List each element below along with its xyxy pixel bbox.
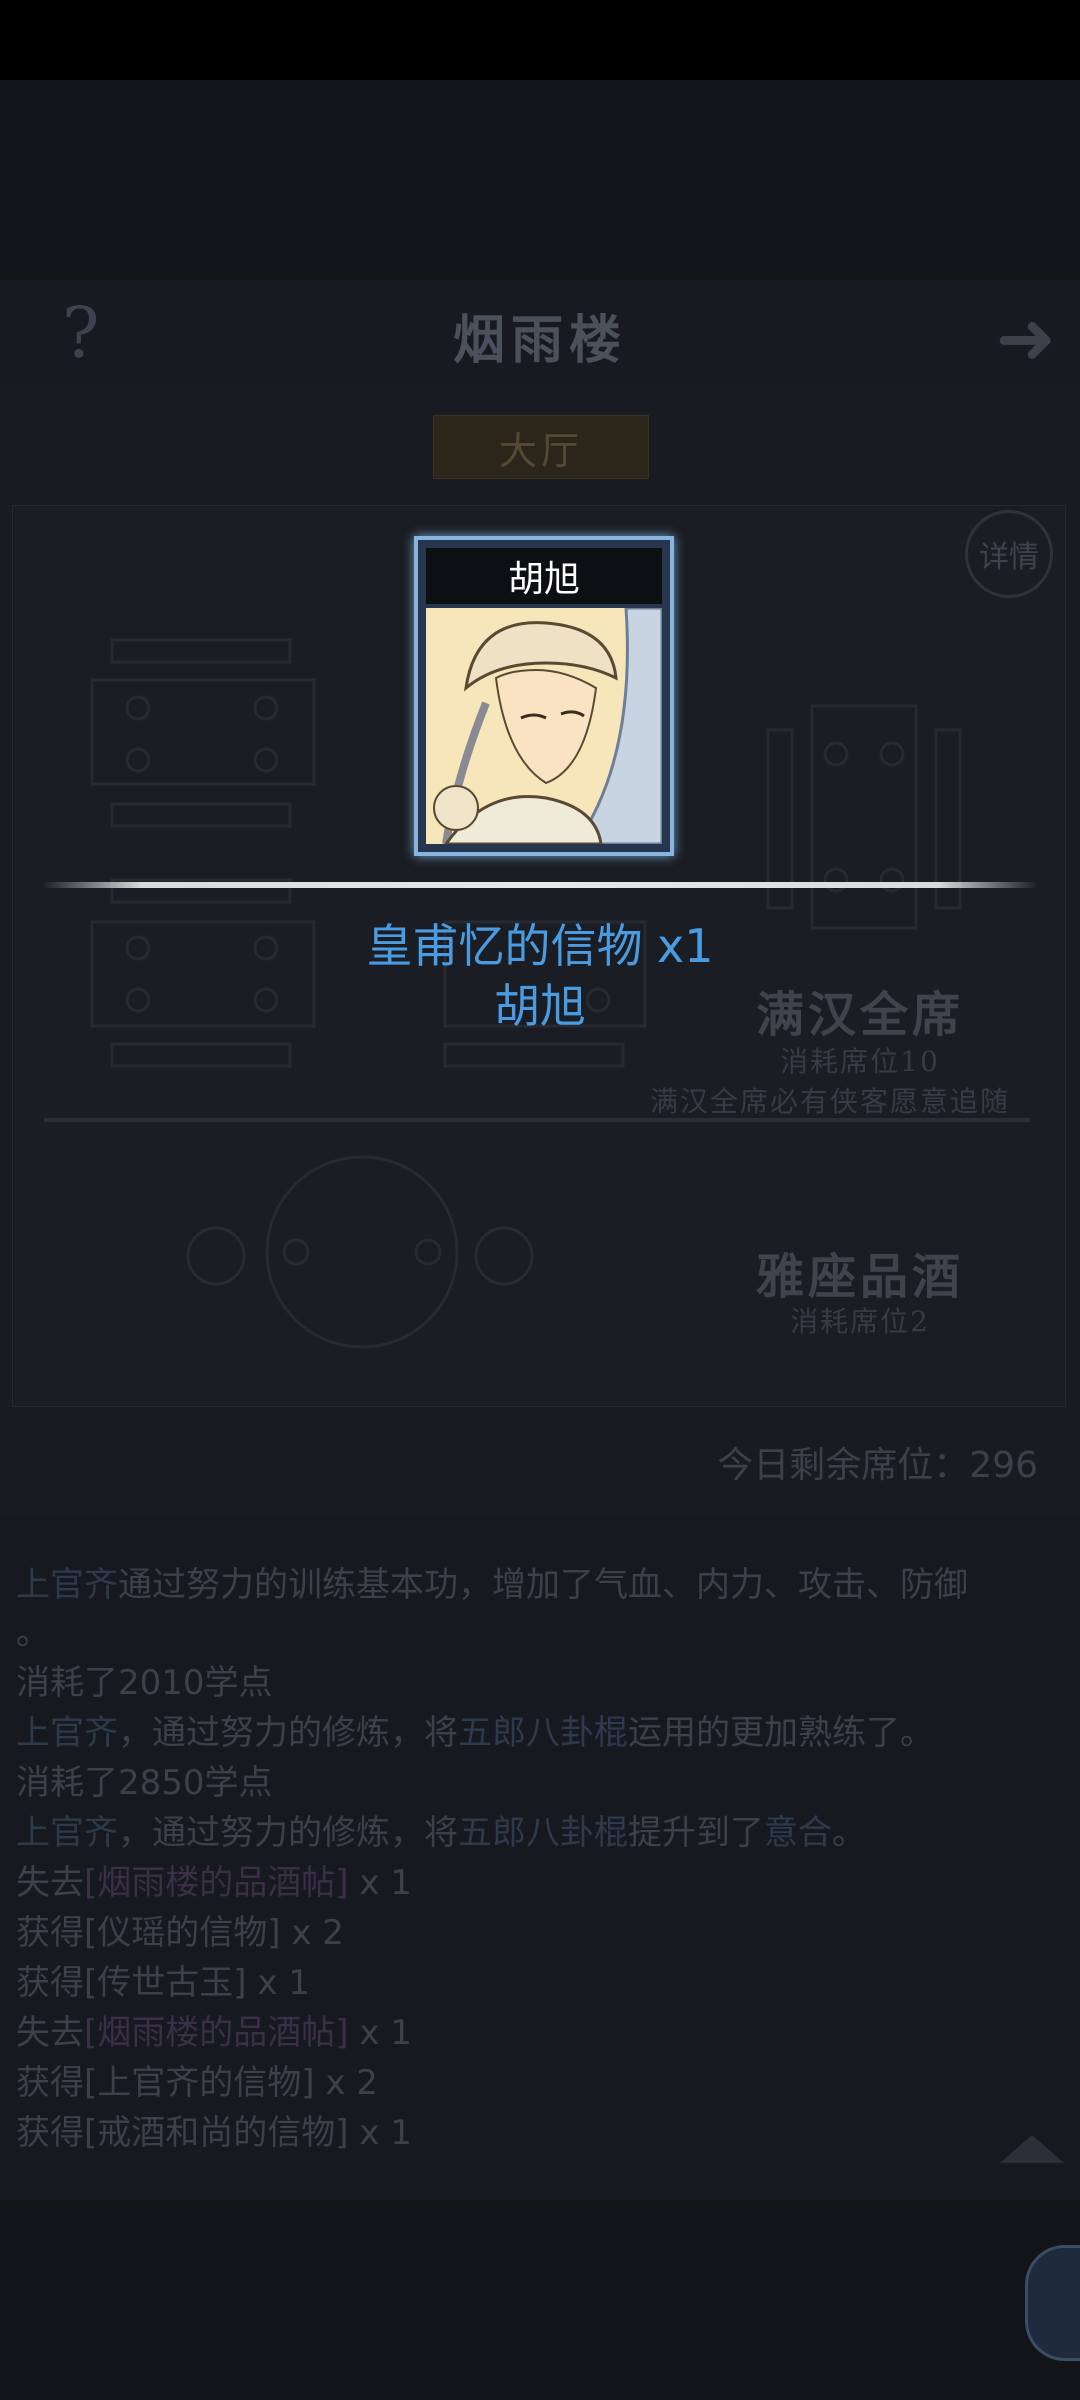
log-text: 通过努力的训练基本功，增加了气血、内力、攻击、防御 [118,1565,968,1605]
card-name-label: 胡旭 [426,548,662,604]
log-item-name: [戒酒和尚的信物] [84,2113,349,2153]
log-line: 消耗了2850学点 [16,1763,273,1803]
reward-character-card: 胡旭 [414,536,674,856]
reward-divider [42,882,1038,888]
log-line: 获得[仪瑶的信物] x 2 [16,1905,344,1954]
log-item-name: [上官齐的信物] [84,2063,315,2103]
option-banquet-cost: 消耗席位10 [780,1045,940,1078]
reward-item-text: 皇甫忆的信物 x1 [366,919,714,973]
log-line: 获得[戒酒和尚的信物] x 1 [16,2105,412,2154]
log-item-name: [烟雨楼的品酒帖] [84,1863,349,1903]
round-table [265,1155,459,1349]
log-line: 获得[传世古玉] x 1 [16,1955,310,2004]
log-quantity: x 1 [246,1963,310,2003]
table-bench [110,802,292,828]
log-quantity: x 1 [348,2013,412,2053]
log-skill-name: 五郎八卦棍 [458,1713,628,1753]
log-line: 。 [16,1613,50,1653]
log-text: 失去 [16,2013,84,2053]
log-text: 失去 [16,1863,84,1903]
log-text: 。 [832,1813,866,1853]
log-text: 获得 [16,1963,84,2003]
avatar[interactable] [1025,2245,1080,2361]
log-quantity: x 1 [348,1863,412,1903]
log-text: 获得 [16,1913,84,1953]
log-character-name: 上官齐 [16,1713,118,1753]
reward-character-name: 胡旭 [494,979,586,1033]
log-text: 提升到了 [628,1813,764,1853]
log-line: 上官齐，通过努力的修炼，将五郎八卦棍提升到了意合。 [16,1805,866,1854]
collapse-up-icon[interactable] [1000,2135,1064,2163]
log-line: 失去[烟雨楼的品酒帖] x 1 [16,1855,412,1904]
table [90,678,316,786]
log-text: 运用的更加熟练了。 [628,1713,934,1753]
log-quantity: x 2 [280,1913,344,1953]
option-wine-title[interactable]: 雅座品酒 [700,1237,1020,1307]
log-quantity: x 2 [314,2063,378,2103]
event-log: 上官齐通过努力的训练基本功，增加了气血、内力、攻击、防御 。 消耗了2010学点… [0,1515,1080,2200]
log-item-name: [仪瑶的信物] [84,1913,281,1953]
log-quantity: x 1 [348,2113,412,2153]
option-wine-cost: 消耗席位2 [790,1305,930,1338]
log-item-name: [烟雨楼的品酒帖] [84,2013,349,2053]
seats-remaining-label: 今日剩余席位：296 [717,1445,1038,1486]
log-text: 获得 [16,2063,84,2103]
log-line: 失去[烟雨楼的品酒帖] x 1 [16,2005,412,2054]
log-level-name: 意合 [764,1813,832,1853]
log-item-name: [传世古玉] [84,1963,247,2003]
log-skill-name: 五郎八卦棍 [458,1813,628,1853]
log-line: 消耗了2010学点 [16,1663,273,1703]
log-text: 获得 [16,2113,84,2153]
log-text: ，通过努力的修炼，将 [118,1713,458,1753]
log-line: 获得[上官齐的信物] x 2 [16,2055,378,2104]
log-line: 上官齐，通过努力的修炼，将五郎八卦棍运用的更加熟练了。 [16,1705,934,1754]
table-bench [110,638,292,664]
option-banquet-note: 满汉全席必有侠客愿意追随 [649,1085,1010,1118]
log-character-name: 上官齐 [16,1813,118,1853]
portrait-illustration [426,608,662,844]
log-line: 上官齐通过努力的训练基本功，增加了气血、内力、攻击、防御 [16,1557,968,1606]
character-portrait [426,608,662,844]
log-character-name: 上官齐 [16,1565,118,1605]
log-text: ，通过努力的修炼，将 [118,1813,458,1853]
